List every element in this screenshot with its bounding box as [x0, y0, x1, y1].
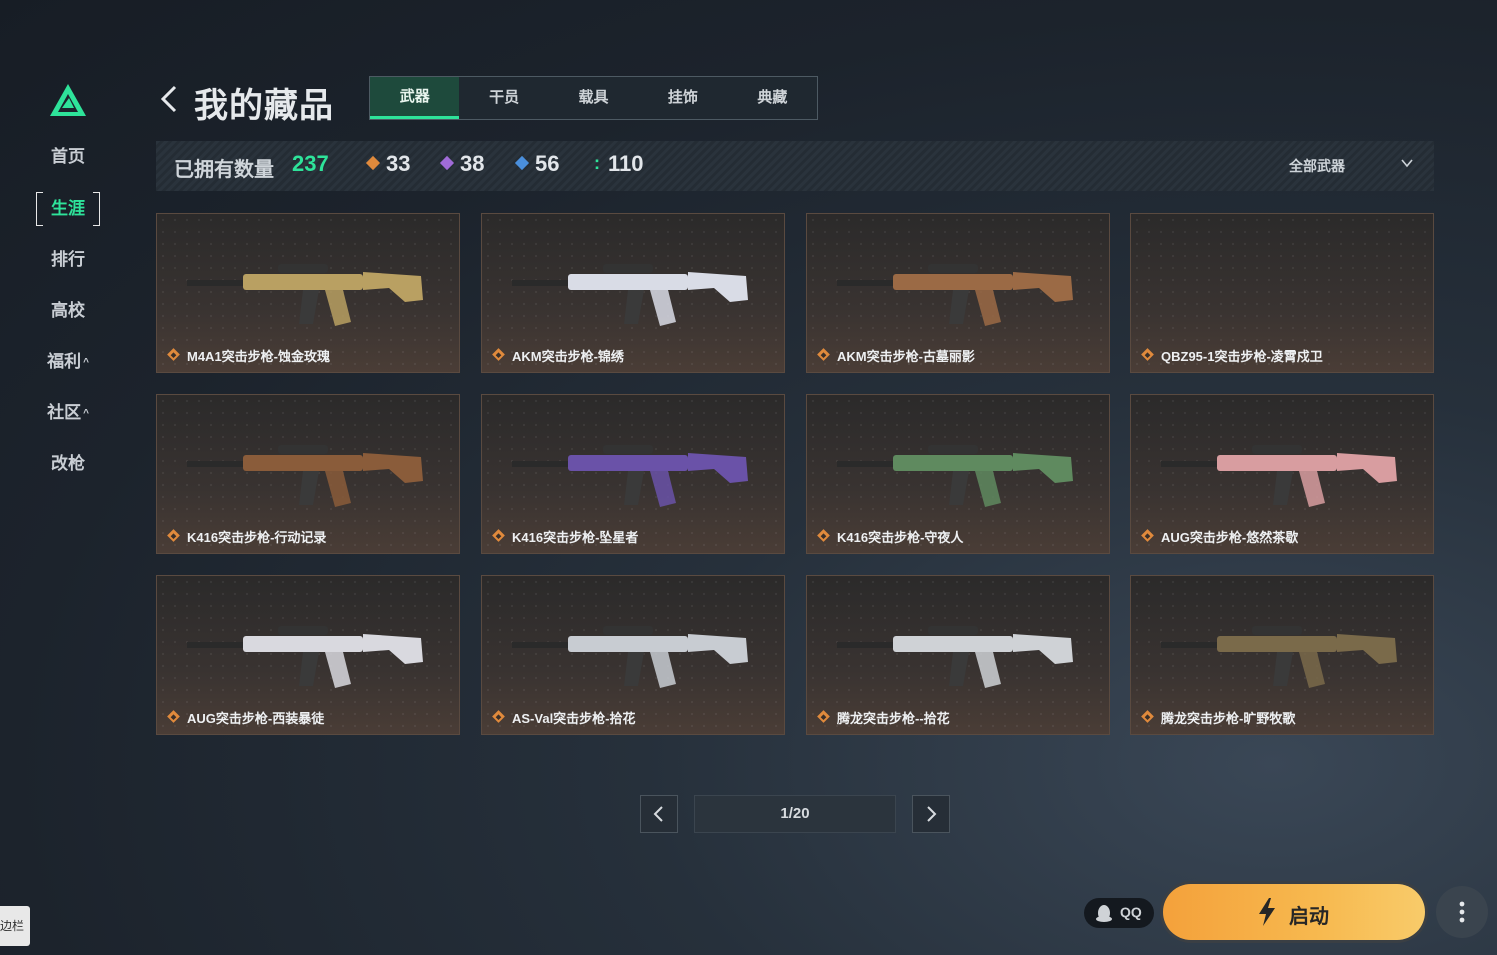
- rarity-gem-icon: [167, 710, 180, 723]
- weapon-name: K416突击步枪-坠星者: [512, 530, 639, 545]
- sidebar-item-ranking[interactable]: 排行: [36, 245, 100, 275]
- tab-operators[interactable]: 干员: [459, 77, 548, 119]
- rarity-purple-count: 38: [439, 151, 485, 177]
- sidebar-item-community[interactable]: 社区 ^: [36, 398, 100, 428]
- rarity-green-value: 110: [608, 151, 644, 176]
- weapon-name: AKM突击步枪-古墓丽影: [837, 349, 975, 364]
- sidebar-item-gunsmith[interactable]: 改枪: [36, 449, 100, 479]
- weapon-card[interactable]: AUG突击步枪-西装暴徒: [156, 575, 460, 735]
- weapon-card[interactable]: AKM突击步枪-锦绣: [481, 213, 785, 373]
- weapon-card[interactable]: AKM突击步枪-古墓丽影: [806, 213, 1110, 373]
- rifle-icon: [837, 626, 1073, 688]
- rifle-icon: [1161, 445, 1397, 507]
- chevron-left-icon: [653, 806, 663, 822]
- rarity-gem-icon: [1141, 529, 1154, 542]
- weapon-name: AS-Val突击步枪-拾花: [512, 711, 636, 726]
- app-logo-icon: [50, 84, 86, 116]
- owned-label: 已拥有数量: [174, 159, 274, 181]
- tab-collection[interactable]: 典藏: [728, 77, 817, 119]
- rarity-blue-value: 56: [535, 151, 560, 176]
- rarity-gem-icon: [817, 348, 830, 361]
- weapon-card[interactable]: K416突击步枪-行动记录: [156, 394, 460, 554]
- launch-label: 启动: [1289, 906, 1329, 928]
- prev-page-button[interactable]: [640, 795, 678, 833]
- chevron-right-icon: [927, 806, 937, 822]
- rarity-gem-icon: [167, 529, 180, 542]
- rarity-orange-count: 33: [365, 151, 411, 177]
- rarity-gem-icon: [1141, 348, 1154, 361]
- weapon-card[interactable]: QBZ95-1突击步枪-凌霄戍卫: [1130, 213, 1434, 373]
- green-dots-icon: :: [594, 153, 600, 173]
- rarity-gem-icon: [492, 710, 505, 723]
- blue-gem-icon: [514, 155, 530, 171]
- rifle-icon: [1161, 626, 1397, 688]
- tab-vehicles[interactable]: 载具: [549, 77, 638, 119]
- sidebar-item-home[interactable]: 首页: [36, 142, 100, 172]
- weapon-name: QBZ95-1突击步枪-凌霄戍卫: [1161, 349, 1323, 364]
- page-title: 我的藏品: [194, 87, 334, 125]
- chevron-down-icon[interactable]: [1400, 156, 1414, 170]
- category-tabs: 武器 干员 载具 挂饰 典藏: [369, 76, 818, 120]
- kebab-menu-icon: [1459, 901, 1465, 923]
- sidebar-item-career[interactable]: 生涯: [36, 192, 100, 226]
- tab-charms[interactable]: 挂饰: [638, 77, 727, 119]
- weapon-name: AUG突击步枪-悠然茶歇: [1161, 530, 1299, 545]
- lightning-icon: [1259, 898, 1275, 926]
- weapon-name: 腾龙突击步枪-旷野牧歌: [1161, 711, 1296, 726]
- sidebar-item-welfare[interactable]: 福利 ^: [36, 347, 100, 377]
- rarity-green-count: :110: [594, 151, 644, 177]
- stats-bar: 已拥有数量 237 33 38 56 :110 全部武器: [156, 141, 1434, 191]
- weapon-name: AKM突击步枪-锦绣: [512, 349, 624, 364]
- orange-gem-icon: [365, 155, 381, 171]
- weapon-card[interactable]: AS-Val突击步枪-拾花: [481, 575, 785, 735]
- weapon-card[interactable]: K416突击步枪-坠星者: [481, 394, 785, 554]
- weapon-name: K416突击步枪-守夜人: [837, 530, 964, 545]
- launch-button[interactable]: 启动: [1163, 884, 1425, 940]
- back-arrow-icon[interactable]: [158, 84, 180, 114]
- weapon-filter-dropdown[interactable]: 全部武器: [1289, 156, 1345, 176]
- rifle-icon: [837, 264, 1073, 326]
- rifle-icon: [512, 626, 748, 688]
- rifle-icon: [187, 445, 423, 507]
- purple-gem-icon: [439, 155, 455, 171]
- rarity-gem-icon: [1141, 710, 1154, 723]
- rarity-purple-value: 38: [460, 151, 485, 176]
- next-page-button[interactable]: [912, 795, 950, 833]
- weapon-name: K416突击步枪-行动记录: [187, 530, 327, 545]
- sidebar-toggle-tag[interactable]: 边栏: [0, 906, 30, 946]
- weapon-card[interactable]: K416突击步枪-守夜人: [806, 394, 1110, 554]
- rarity-gem-icon: [492, 348, 505, 361]
- rarity-gem-icon: [167, 348, 180, 361]
- tab-weapons[interactable]: 武器: [370, 77, 460, 119]
- penguin-icon: [1096, 905, 1112, 922]
- owned-count: 237: [292, 151, 329, 176]
- page-indicator: 1/20: [694, 795, 896, 833]
- rarity-gem-icon: [492, 529, 505, 542]
- rarity-gem-icon: [817, 710, 830, 723]
- sidebar-item-welfare-label: 福利: [47, 352, 82, 371]
- account-badge[interactable]: QQ: [1084, 898, 1154, 928]
- sidebar-item-community-label: 社区: [47, 403, 82, 422]
- chevron-up-icon: ^: [83, 356, 89, 368]
- rarity-gem-icon: [817, 529, 830, 542]
- rarity-orange-value: 33: [386, 151, 411, 176]
- rifle-icon: [187, 264, 423, 326]
- weapon-name: AUG突击步枪-西装暴徒: [187, 711, 325, 726]
- weapon-name: 腾龙突击步枪--拾花: [837, 711, 950, 726]
- rarity-blue-count: 56: [514, 151, 560, 177]
- account-label: QQ: [1120, 904, 1142, 920]
- rifle-icon: [512, 445, 748, 507]
- weapon-card[interactable]: AUG突击步枪-悠然茶歇: [1130, 394, 1434, 554]
- chevron-up-icon: ^: [83, 407, 89, 419]
- weapon-card[interactable]: 腾龙突击步枪-旷野牧歌: [1130, 575, 1434, 735]
- sidebar-item-college[interactable]: 高校: [36, 296, 100, 326]
- weapon-card[interactable]: M4A1突击步枪-蚀金玫瑰: [156, 213, 460, 373]
- more-options-button[interactable]: [1436, 886, 1488, 938]
- rifle-icon: [187, 626, 423, 688]
- weapon-card[interactable]: 腾龙突击步枪--拾花: [806, 575, 1110, 735]
- rifle-icon: [512, 264, 748, 326]
- rifle-icon: [837, 445, 1073, 507]
- weapon-name: M4A1突击步枪-蚀金玫瑰: [187, 349, 331, 364]
